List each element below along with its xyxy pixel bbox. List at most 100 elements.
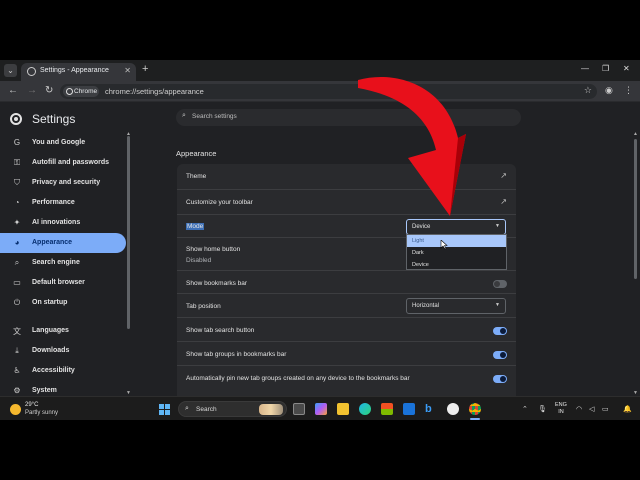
mode-option-light[interactable]: Light (407, 235, 506, 247)
nav-divider (0, 313, 126, 321)
sidebar-item-label: Autofill and passwords (32, 159, 110, 166)
sidebar-item-label: On startup (32, 299, 68, 306)
tab-search-row[interactable]: Show tab search button (177, 317, 516, 341)
copilot-icon[interactable] (315, 403, 327, 415)
mode-option-dark[interactable]: Dark (407, 247, 506, 259)
windows-start-icon[interactable] (159, 404, 170, 415)
tab-position-label: Tab position (186, 303, 221, 310)
chrome-taskbar-icon[interactable] (469, 403, 481, 415)
chip-label: Chrome (74, 88, 98, 95)
restore-icon[interactable]: ❐ (602, 64, 609, 73)
weather-description: Partly sunny (25, 410, 59, 416)
tab-strip: ⌄ Settings - Appearance ✕ + — ❐ ✕ (0, 60, 640, 81)
partly-sunny-icon (10, 404, 21, 415)
browser-window: ⌄ Settings - Appearance ✕ + — ❐ ✕ ← → ↻ … (0, 60, 640, 420)
reload-icon[interactable]: ↻ (45, 85, 53, 96)
chrome-chip[interactable]: Chrome (63, 86, 99, 97)
sidebar-item-you-and-google[interactable]: G You and Google (0, 133, 126, 153)
key-icon: ⚿ (13, 158, 21, 167)
external-link-icon[interactable]: ↗ (500, 171, 507, 180)
tab-settings[interactable]: Settings - Appearance ✕ (21, 63, 136, 81)
bing-icon[interactable]: b (425, 403, 437, 415)
page-scrollbar[interactable] (634, 139, 637, 279)
mouse-cursor-icon (440, 240, 448, 250)
profile-icon[interactable]: ◉ (605, 85, 613, 96)
mode-select-value: Device (412, 224, 431, 230)
chevron-down-icon[interactable]: ⌄ (4, 64, 17, 77)
openai-icon[interactable] (447, 403, 459, 415)
active-app-indicator (470, 418, 480, 420)
mode-dropdown-menu: Light Dark Device (406, 234, 507, 270)
sidebar-item-autofill[interactable]: ⚿ Autofill and passwords (0, 153, 126, 173)
external-link-icon[interactable]: ↗ (500, 197, 507, 206)
sidebar-item-privacy[interactable]: ⛉ Privacy and security (0, 173, 126, 193)
taskbar-search[interactable]: ⌕ Search (178, 401, 287, 417)
sidebar-item-default-browser[interactable]: ▭ Default browser (0, 273, 126, 293)
language-code: ENG (555, 402, 567, 408)
close-icon[interactable]: ✕ (124, 66, 131, 75)
new-tab-button[interactable]: + (142, 63, 148, 75)
forward-icon[interactable]: → (27, 85, 37, 96)
tab-search-toggle[interactable] (493, 327, 507, 335)
sidebar-item-label: Appearance (32, 239, 73, 246)
microphone-icon[interactable]: 🎙 (538, 405, 547, 413)
sidebar-item-appearance[interactable]: ◕ Appearance (0, 233, 126, 253)
search-icon: ⌕ (185, 405, 189, 412)
store-icon[interactable] (381, 403, 393, 415)
sidebar-item-languages[interactable]: 文 Languages (0, 321, 126, 341)
language-indicator[interactable]: ENG IN (555, 402, 567, 416)
search-icon: ⌕ (14, 258, 20, 267)
sidebar-scrollbar[interactable] (127, 136, 130, 329)
back-icon[interactable]: ← (8, 85, 18, 96)
settings-gear-icon (27, 67, 36, 76)
tab-groups-row[interactable]: Show tab groups in bookmarks bar (177, 341, 516, 365)
shield-icon: ⛉ (14, 178, 20, 187)
url-text[interactable]: chrome://settings/appearance (105, 87, 204, 96)
settings-page: Settings ⌕ Search settings G You and Goog… (0, 103, 640, 404)
bookmark-star-icon[interactable]: ☆ (584, 85, 592, 96)
mail-icon[interactable] (403, 403, 415, 415)
sidebar-item-ai-innovations[interactable]: ✦ AI innovations (0, 213, 126, 233)
sparkle-icon: ✦ (13, 218, 21, 227)
address-bar[interactable]: Chrome chrome://settings/appearance ☆ (60, 84, 597, 99)
tab-position-value: Horizontal (412, 303, 440, 309)
mode-option-device[interactable]: Device (407, 259, 506, 271)
sidebar-item-label: AI innovations (32, 219, 81, 226)
mode-select[interactable]: Device ▼ (406, 219, 506, 235)
sidebar-item-label: Privacy and security (32, 179, 101, 186)
tab-groups-label: Show tab groups in bookmarks bar (186, 351, 287, 358)
sidebar-item-on-startup[interactable]: ⏻ On startup (0, 293, 126, 313)
battery-icon[interactable]: ▭ (602, 405, 609, 413)
chevron-up-icon[interactable]: ⌃ (522, 405, 528, 413)
windows-taskbar: 29°C Partly sunny ⌕ Search b ⌃ 🎙 ENG IN … (0, 396, 640, 420)
tab-position-select[interactable]: Horizontal ▼ (406, 298, 506, 314)
volume-icon[interactable]: ◁ (589, 405, 594, 413)
show-bookmarks-row[interactable]: Show bookmarks bar (177, 270, 516, 293)
kebab-menu-icon[interactable]: ⋮ (624, 85, 633, 96)
mode-label: Mode (186, 223, 205, 230)
show-home-sublabel: Disabled (186, 257, 212, 264)
google-icon: G (13, 138, 21, 147)
scroll-up-icon[interactable]: ▲ (633, 131, 638, 137)
minimize-icon[interactable]: — (581, 64, 589, 73)
show-home-label: Show home button (186, 246, 241, 253)
auto-pin-toggle[interactable] (493, 375, 507, 383)
close-window-icon[interactable]: ✕ (623, 64, 630, 73)
sidebar-item-search-engine[interactable]: ⌕ Search engine (0, 253, 126, 273)
wifi-icon[interactable]: ◠ (576, 405, 582, 413)
notification-bell-icon[interactable]: 🔔 (623, 405, 632, 413)
sidebar-item-downloads[interactable]: ⤓ Downloads (0, 341, 126, 361)
edge-icon[interactable] (359, 403, 371, 415)
scroll-up-icon[interactable]: ▲ (126, 131, 131, 137)
file-explorer-icon[interactable] (337, 403, 349, 415)
taskbar-search-label: Search (196, 406, 217, 413)
show-bookmarks-toggle[interactable] (493, 280, 507, 288)
chevron-down-icon: ▼ (495, 302, 500, 308)
sidebar-item-label: Performance (32, 199, 75, 206)
task-view-icon[interactable] (293, 403, 305, 415)
sidebar-item-accessibility[interactable]: ♿ Accessibility (0, 361, 126, 381)
tab-groups-toggle[interactable] (493, 351, 507, 359)
tab-title: Settings - Appearance (40, 67, 109, 74)
page-title: Settings (32, 112, 76, 126)
sidebar-item-performance[interactable]: ◔ Performance (0, 193, 126, 213)
